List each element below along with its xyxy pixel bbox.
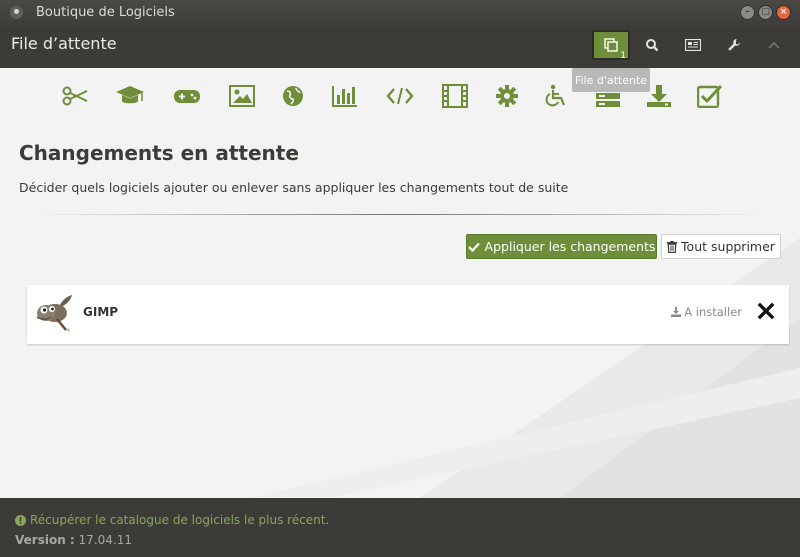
code-icon [386, 87, 414, 105]
category-internet[interactable] [278, 82, 308, 110]
category-development[interactable] [385, 82, 415, 110]
category-multimedia[interactable] [440, 82, 470, 110]
category-games[interactable] [172, 82, 202, 110]
category-accessories[interactable] [60, 82, 90, 110]
info-icon [15, 514, 26, 526]
status-footer: Récupérer le catalogue de logiciels le p… [0, 498, 800, 557]
image-icon [229, 85, 255, 107]
queue-tooltip: File d'attente [572, 68, 650, 92]
package-name: GIMP [83, 305, 119, 319]
package-status: A installer [671, 305, 742, 319]
graduation-cap-icon [116, 86, 144, 104]
apply-changes-button[interactable]: Appliquer les changements [466, 234, 657, 259]
apply-changes-label: Appliquer les changements [484, 239, 656, 254]
minimize-button[interactable]: – [740, 5, 755, 20]
main-content: File d'attente Changements en attente Dé… [0, 68, 800, 498]
background-decoration [250, 238, 800, 498]
trash-icon [667, 240, 678, 253]
version-label: Version : [15, 533, 75, 547]
package-status-label: A installer [684, 305, 742, 319]
close-button[interactable]: × [776, 5, 791, 20]
category-bar [0, 82, 800, 112]
checkbox-icon [697, 84, 723, 108]
gear-icon [496, 85, 518, 107]
refresh-catalog-label: Récupérer le catalogue de logiciels le p… [30, 513, 330, 527]
queue-icon [604, 38, 618, 52]
app-icon [10, 6, 23, 19]
window-controls: – □ × [740, 5, 791, 20]
maximize-button[interactable]: □ [758, 5, 773, 20]
delete-all-label: Tout supprimer [681, 239, 775, 254]
category-updates[interactable] [695, 82, 725, 110]
queue-item[interactable]: GIMP A installer [27, 285, 789, 344]
gamepad-icon [174, 90, 200, 103]
bar-chart-icon [332, 86, 357, 107]
wheelchair-icon [545, 84, 566, 107]
download-icon [671, 307, 682, 317]
search-button[interactable] [633, 30, 671, 60]
header-bar: File d’attente 1 [0, 26, 800, 68]
window-titlebar: Boutique de Logiciels – □ × [0, 0, 800, 26]
version-value: 17.04.11 [78, 533, 132, 547]
category-system[interactable] [492, 82, 522, 110]
category-office[interactable] [330, 82, 360, 110]
preferences-button[interactable] [715, 30, 753, 60]
queue-badge: 1 [620, 51, 626, 61]
page-header-title: File d’attente [11, 34, 117, 53]
delete-all-button[interactable]: Tout supprimer [661, 234, 781, 259]
version-info: Version : 17.04.11 [15, 533, 132, 547]
gimp-icon [36, 295, 72, 332]
check-icon [467, 242, 480, 252]
category-accessibility[interactable] [541, 82, 571, 110]
scissors-icon [62, 86, 88, 106]
news-button[interactable] [674, 30, 712, 60]
news-icon [685, 39, 701, 51]
wrench-icon [728, 39, 740, 51]
scroll-top-button[interactable] [755, 30, 793, 60]
remove-icon[interactable] [757, 302, 775, 320]
search-icon [646, 39, 659, 52]
page-title: Changements en attente [19, 141, 299, 165]
window-title: Boutique de Logiciels [36, 5, 175, 20]
page-description: Décider quels logiciels ajouter ou enlev… [19, 180, 569, 195]
refresh-catalog-link[interactable]: Récupérer le catalogue de logiciels le p… [15, 513, 329, 527]
category-graphics[interactable] [227, 82, 257, 110]
film-icon [442, 84, 468, 108]
queue-button[interactable]: 1 [592, 30, 630, 61]
separator [30, 214, 770, 215]
globe-icon [283, 86, 303, 106]
category-education[interactable] [115, 82, 145, 110]
chevron-up-icon [768, 41, 780, 49]
